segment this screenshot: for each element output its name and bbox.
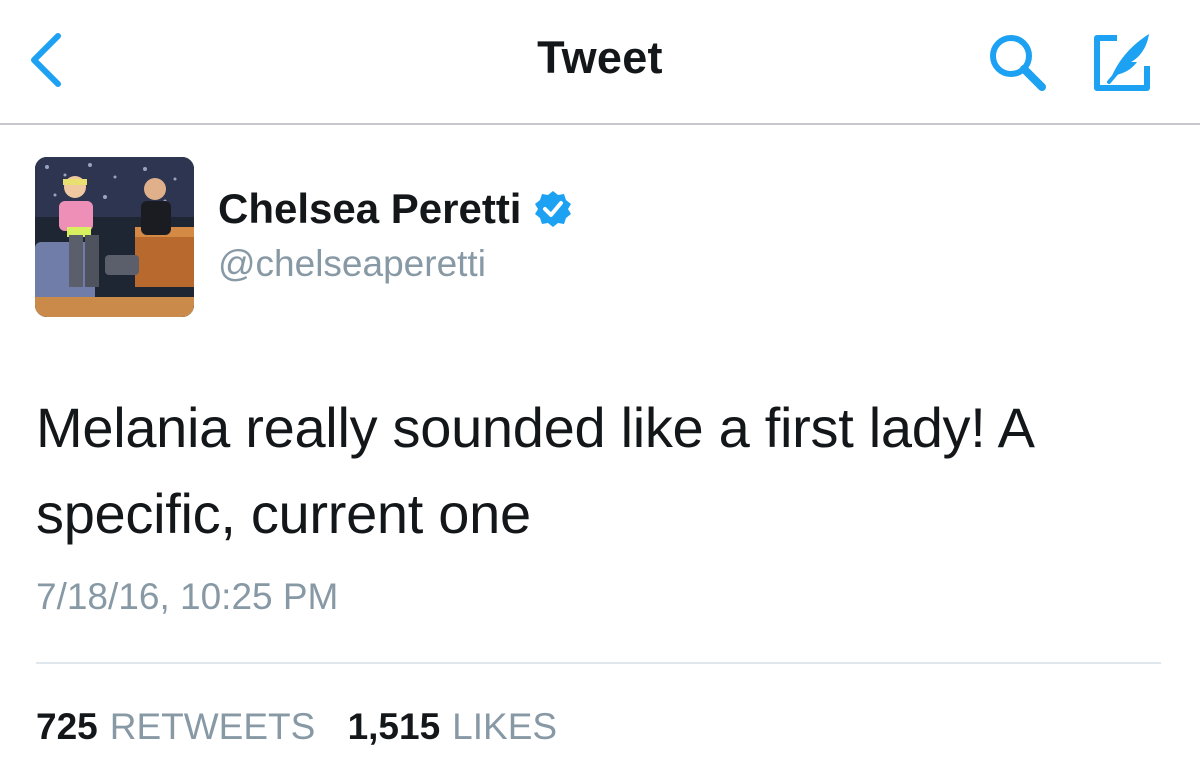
verified-badge-icon — [533, 189, 573, 229]
retweets-count: 725 — [36, 706, 98, 747]
search-button[interactable] — [985, 30, 1051, 96]
avatar[interactable] — [35, 157, 194, 317]
likes-label: LIKES — [452, 706, 558, 747]
author-handle[interactable]: @chelseaperetti — [218, 243, 486, 285]
navigation-bar: Tweet — [0, 0, 1200, 125]
tweet-stats: 725 RETWEETS 1,515 LIKES — [36, 706, 579, 748]
author-display-name: Chelsea Peretti — [218, 185, 522, 232]
retweets-label: RETWEETS — [109, 706, 316, 747]
likes-count: 1,515 — [347, 706, 441, 747]
compose-tweet-button[interactable] — [1087, 28, 1157, 98]
compose-tweet-icon — [1094, 34, 1150, 91]
likes-stat[interactable]: 1,515 LIKES — [348, 706, 580, 747]
avatar-photo — [35, 157, 194, 317]
tweet-timestamp: 7/18/16, 10:25 PM — [36, 576, 339, 617]
retweets-stat[interactable]: 725 RETWEETS — [36, 706, 348, 747]
divider — [36, 662, 1161, 664]
tweet-text: Melania really sounded like a first lady… — [36, 396, 1032, 545]
search-icon — [990, 35, 1046, 91]
author-name-row[interactable]: Chelsea Peretti — [218, 185, 573, 233]
